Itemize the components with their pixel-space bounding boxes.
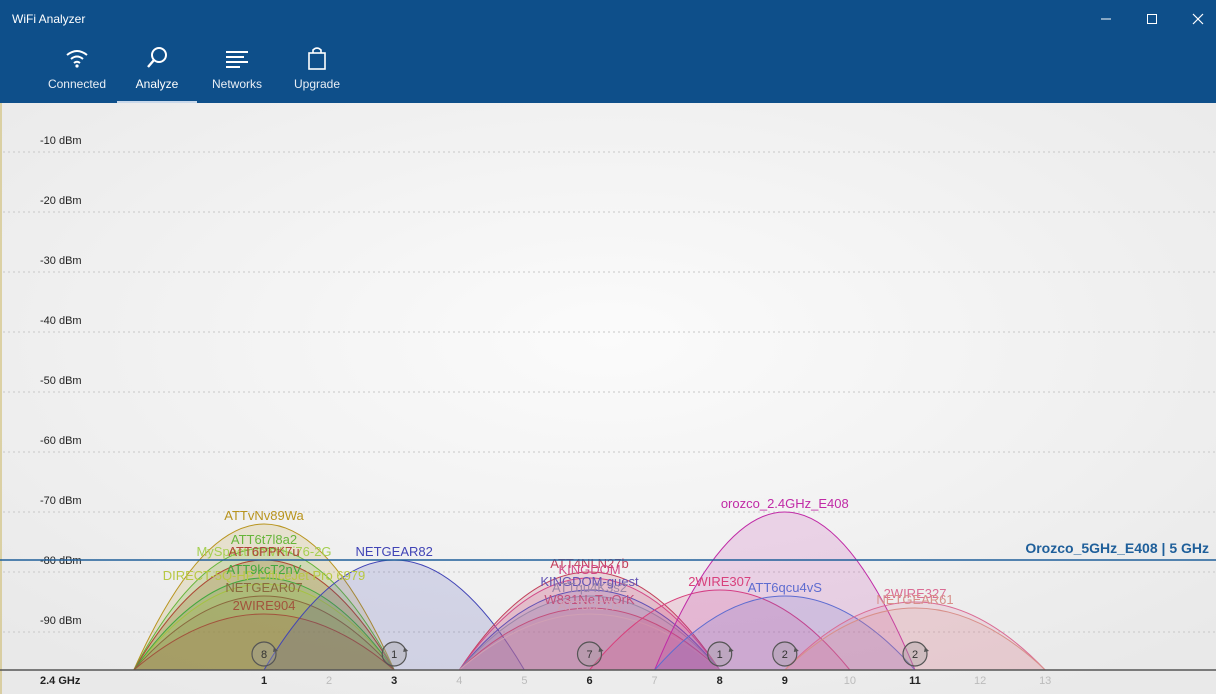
minimize-icon (1101, 18, 1111, 20)
x-tick-label: 2 (326, 675, 332, 687)
title-bar: WiFi Analyzer (0, 0, 1216, 38)
badge-count: 2 (912, 649, 918, 661)
band-label: 2.4 GHz (40, 675, 81, 687)
network-label: ATTvNv89Wa (224, 508, 304, 523)
nav-label-connected: Connected (47, 77, 107, 91)
nav-label-networks: Networks (211, 77, 262, 91)
y-tick-label: -50 dBm (40, 375, 82, 387)
network-label: ATT8cE7Is (558, 598, 622, 613)
network-label: ATT6qcu4vS (748, 580, 823, 595)
network-label: ATT9kcT2nV (227, 562, 302, 577)
badge-count: 1 (391, 649, 397, 661)
app-title: WiFi Analyzer (12, 12, 86, 26)
nav-analyze[interactable]: Analyze (117, 38, 197, 103)
nav-connected[interactable]: Connected (37, 38, 117, 103)
maximize-button[interactable] (1129, 0, 1175, 38)
network-label: NETGEAR61 (876, 592, 953, 607)
x-tick-label: 13 (1039, 675, 1051, 687)
nav-bar: Connected Analyze Networks Upgrade (0, 38, 1216, 103)
network-label: ATT6PPK7u (228, 544, 299, 559)
network-label: NETGEAR07 (225, 580, 302, 595)
x-tick-label: 11 (909, 675, 921, 687)
x-tick-label: 7 (652, 675, 658, 687)
nav-label-upgrade: Upgrade (293, 77, 341, 91)
badge-count: 8 (261, 649, 267, 661)
nav-upgrade[interactable]: Upgrade (277, 38, 357, 103)
reference-line-label: Orozco_5GHz_E408 | 5 GHz (1025, 540, 1209, 556)
x-tick-label: 12 (974, 675, 986, 687)
x-tick-label: 10 (844, 675, 856, 687)
y-tick-label: -90 dBm (40, 615, 82, 627)
wifi-icon (37, 46, 117, 70)
network-label: 2WIRE307 (688, 574, 751, 589)
close-button[interactable] (1175, 0, 1216, 38)
x-tick-label: 6 (586, 675, 592, 687)
analyze-icon (117, 46, 197, 70)
x-tick-label: 5 (521, 675, 527, 687)
y-tick-label: -20 dBm (40, 195, 82, 207)
signal-chart-svg: ATTvNv89WaATT6t7l8a2MySpectrumWiFi76-2GA… (0, 103, 1216, 694)
y-tick-label: -80 dBm (40, 555, 82, 567)
maximize-icon (1147, 14, 1157, 24)
shopping-bag-icon (277, 46, 357, 70)
network-label: 2WIRE904 (233, 598, 296, 613)
y-tick-label: -70 dBm (40, 495, 82, 507)
y-tick-label: -40 dBm (40, 315, 82, 327)
y-tick-label: -30 dBm (40, 255, 82, 267)
badge-count: 7 (586, 649, 592, 661)
signal-chart: ATTvNv89Wa ATT6t7l8a2 MySpectrumWiFi76-2G A… (0, 103, 1216, 694)
x-tick-label: 9 (782, 675, 788, 687)
nav-label-analyze: Analyze (135, 77, 179, 91)
x-tick-label: 4 (456, 675, 462, 687)
y-tick-label: -10 dBm (40, 135, 82, 147)
close-icon (1192, 13, 1204, 25)
y-tick-label: -60 dBm (40, 435, 82, 447)
x-tick-label: 1 (261, 675, 267, 687)
x-tick-label: 8 (717, 675, 723, 687)
x-tick-label: 3 (391, 675, 397, 687)
networks-icon (197, 46, 277, 70)
badge-count: 2 (782, 649, 788, 661)
network-label: NETGEAR82 (356, 544, 433, 559)
network-label: orozco_2.4GHz_E408 (721, 496, 849, 511)
nav-networks[interactable]: Networks (197, 38, 277, 103)
badge-count: 1 (717, 649, 723, 661)
minimize-button[interactable] (1083, 0, 1129, 38)
